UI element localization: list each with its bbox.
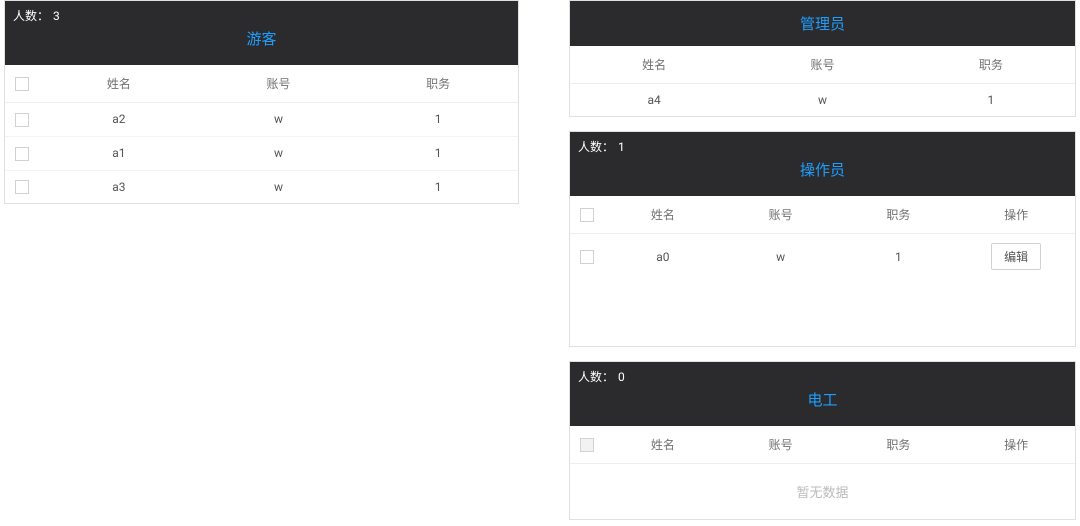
visitor-panel-title: 游客 bbox=[13, 24, 510, 59]
col-account: 账号 bbox=[199, 65, 359, 103]
cell-role: 1 bbox=[358, 136, 518, 170]
col-action: 操作 bbox=[957, 196, 1075, 234]
cell-name: a3 bbox=[39, 170, 199, 203]
table-row: a4 w 1 bbox=[570, 84, 1075, 117]
admin-table: 姓名 账号 职务 a4 w 1 bbox=[570, 46, 1075, 116]
col-action: 操作 bbox=[957, 426, 1075, 464]
col-name: 姓名 bbox=[570, 46, 738, 84]
visitor-table: 姓名 账号 职务 a2 w 1 a1 w bbox=[5, 65, 518, 203]
empty-message: 暂无数据 bbox=[570, 464, 1075, 519]
cell-account: w bbox=[722, 234, 840, 280]
visitor-select-all-checkbox[interactable] bbox=[15, 77, 29, 91]
electrician-panel: 人数： 0 电工 姓名 账号 职务 操作 暂无数据 bbox=[569, 361, 1076, 520]
col-role: 职务 bbox=[907, 46, 1075, 84]
table-row: a3 w 1 bbox=[5, 170, 518, 203]
admin-panel-title: 管理员 bbox=[570, 1, 1075, 46]
table-row: a0 w 1 编辑 bbox=[570, 234, 1075, 280]
admin-panel: 管理员 姓名 账号 职务 a4 w 1 bbox=[569, 0, 1076, 117]
cell-name: a1 bbox=[39, 136, 199, 170]
row-checkbox[interactable] bbox=[15, 180, 29, 194]
electrician-count-value: 0 bbox=[618, 370, 625, 384]
col-name: 姓名 bbox=[39, 65, 199, 103]
count-label: 人数： bbox=[13, 7, 49, 24]
operator-count-value: 1 bbox=[618, 140, 625, 154]
electrician-table: 姓名 账号 职务 操作 bbox=[570, 426, 1075, 464]
cell-role: 1 bbox=[358, 103, 518, 137]
count-label: 人数： bbox=[578, 138, 614, 155]
row-checkbox[interactable] bbox=[15, 147, 29, 161]
cell-role: 1 bbox=[358, 170, 518, 203]
col-name: 姓名 bbox=[604, 196, 722, 234]
cell-account: w bbox=[738, 84, 906, 117]
electrician-select-all-checkbox[interactable] bbox=[580, 438, 594, 452]
cell-account: w bbox=[199, 103, 359, 137]
operator-panel-header: 人数： 1 操作员 bbox=[570, 132, 1075, 196]
row-checkbox[interactable] bbox=[580, 250, 594, 264]
operator-table: 姓名 账号 职务 操作 a0 w 1 编辑 bbox=[570, 196, 1075, 279]
operator-select-all-checkbox[interactable] bbox=[580, 208, 594, 222]
col-role: 职务 bbox=[358, 65, 518, 103]
table-row: a2 w 1 bbox=[5, 103, 518, 137]
col-role: 职务 bbox=[840, 426, 958, 464]
cell-role: 1 bbox=[840, 234, 958, 280]
table-row: a1 w 1 bbox=[5, 136, 518, 170]
electrician-panel-title: 电工 bbox=[578, 385, 1067, 420]
operator-panel-title: 操作员 bbox=[578, 155, 1067, 190]
cell-role: 1 bbox=[907, 84, 1075, 117]
cell-name: a2 bbox=[39, 103, 199, 137]
count-label: 人数： bbox=[578, 368, 614, 385]
col-account: 账号 bbox=[722, 196, 840, 234]
col-role: 职务 bbox=[840, 196, 958, 234]
row-checkbox[interactable] bbox=[15, 113, 29, 127]
col-name: 姓名 bbox=[604, 426, 722, 464]
visitor-count-value: 3 bbox=[53, 9, 60, 23]
visitor-panel-header: 人数： 3 游客 bbox=[5, 1, 518, 65]
cell-name: a0 bbox=[604, 234, 722, 280]
cell-action: 编辑 bbox=[957, 234, 1075, 280]
cell-account: w bbox=[199, 136, 359, 170]
electrician-panel-header: 人数： 0 电工 bbox=[570, 362, 1075, 426]
cell-name: a4 bbox=[570, 84, 738, 117]
cell-account: w bbox=[199, 170, 359, 203]
operator-panel: 人数： 1 操作员 姓名 账号 职务 操作 bbox=[569, 131, 1076, 347]
edit-button[interactable]: 编辑 bbox=[991, 243, 1041, 270]
visitor-panel: 人数： 3 游客 姓名 账号 职务 a2 w bbox=[4, 0, 519, 204]
col-account: 账号 bbox=[722, 426, 840, 464]
col-account: 账号 bbox=[738, 46, 906, 84]
